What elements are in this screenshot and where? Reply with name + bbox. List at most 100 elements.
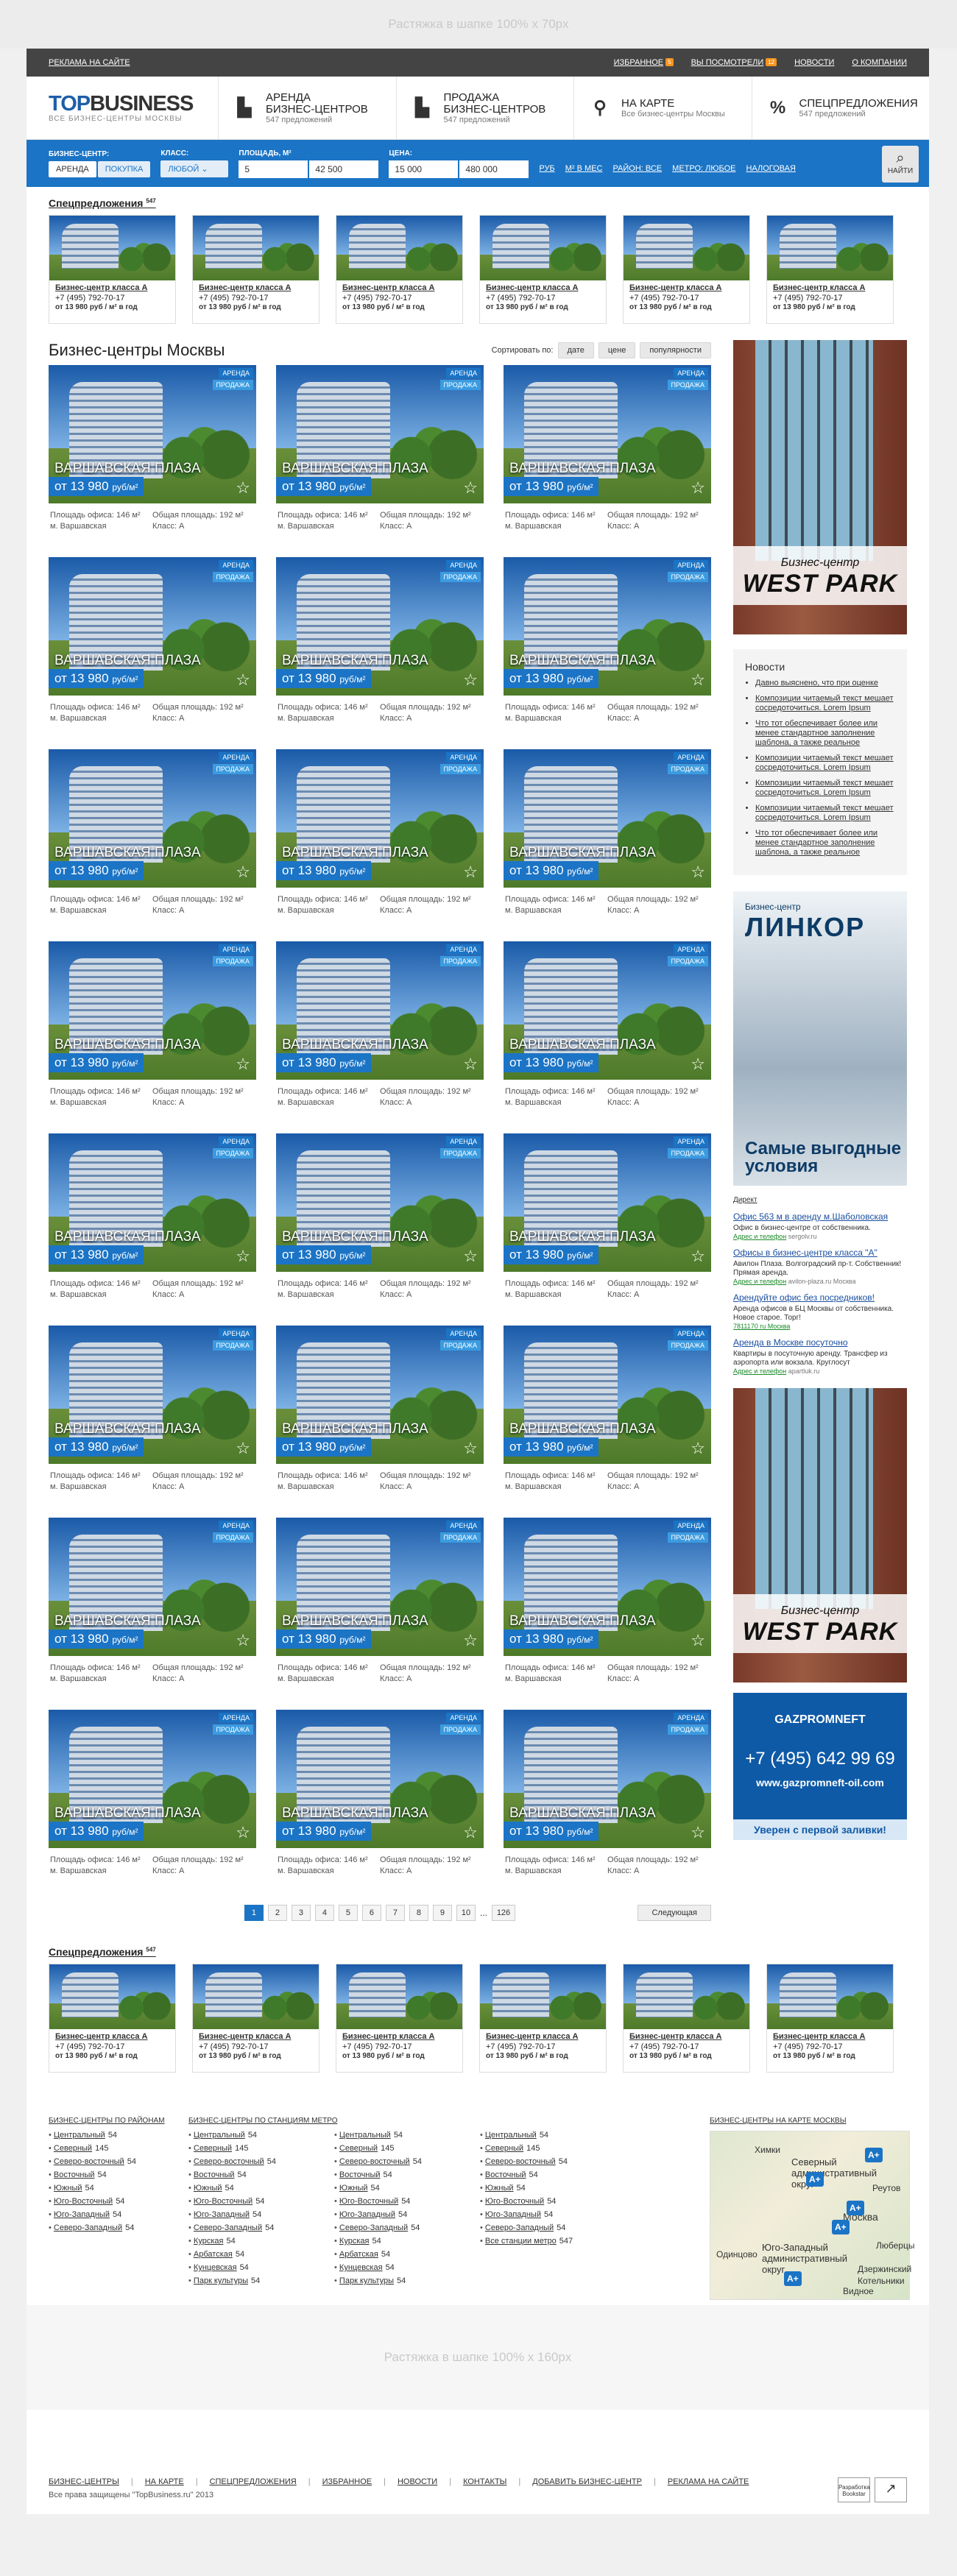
listing-name[interactable]: ВАРШАВСКАЯ ПЛАЗА <box>282 1229 428 1245</box>
metro-link[interactable]: Курская <box>194 2237 224 2246</box>
star-icon[interactable]: ☆ <box>463 670 478 690</box>
special-offer-name[interactable]: Бизнес-центр класса А <box>193 2029 319 2042</box>
star-icon[interactable]: ☆ <box>236 1823 250 1842</box>
direct-ad-address-link[interactable]: Адрес и телефон <box>733 1233 786 1240</box>
district-link[interactable]: Северный <box>54 2144 92 2153</box>
listing-photo[interactable]: АРЕНДА ПРОДАЖА ВАРШАВСКАЯ ПЛАЗА от 13 980 р… <box>49 941 256 1080</box>
footer-nav-link[interactable]: КОНТАКТЫ <box>463 2477 506 2486</box>
listing-card[interactable]: АРЕНДА ПРОДАЖА ВАРШАВСКАЯ ПЛАЗА от 13 980 р… <box>49 557 256 749</box>
star-icon[interactable]: ☆ <box>463 1247 478 1266</box>
news-item[interactable]: Композиции читаемый текст мешает сосредо… <box>755 754 895 773</box>
external-link-icon[interactable]: ↗ <box>875 2477 907 2502</box>
listing-card[interactable]: АРЕНДА ПРОДАЖА ВАРШАВСКАЯ ПЛАЗА от 13 980 р… <box>504 1710 711 1902</box>
listing-name[interactable]: ВАРШАВСКАЯ ПЛАЗА <box>54 1805 201 1822</box>
metro-link[interactable]: Юго-Западный <box>194 2210 250 2219</box>
special-offer-card[interactable]: Бизнес-центр класса А +7 (495) 792-70-17 о… <box>49 215 176 324</box>
metro-link[interactable]: Центральный <box>194 2131 245 2140</box>
listing-name[interactable]: ВАРШАВСКАЯ ПЛАЗА <box>54 1229 201 1245</box>
listing-card[interactable]: АРЕНДА ПРОДАЖА ВАРШАВСКАЯ ПЛАЗА от 13 980 р… <box>276 1710 484 1902</box>
star-icon[interactable]: ☆ <box>463 1631 478 1650</box>
listing-card[interactable]: АРЕНДА ПРОДАЖА ВАРШАВСКАЯ ПЛАЗА от 13 980 р… <box>276 1133 484 1326</box>
metro-link[interactable]: Восточный <box>339 2170 381 2179</box>
map-marker[interactable]: A+ <box>784 2271 802 2286</box>
listing-photo[interactable]: АРЕНДА ПРОДАЖА ВАРШАВСКАЯ ПЛАЗА от 13 980 р… <box>276 1518 484 1656</box>
special-offer-card[interactable]: Бизнес-центр класса А +7 (495) 792-70-17 о… <box>192 1964 319 2073</box>
direct-ad[interactable]: Офис 563 м в аренду м.Шаболовская Офис в … <box>733 1211 907 1240</box>
listing-name[interactable]: ВАРШАВСКАЯ ПЛАЗА <box>509 1229 656 1245</box>
star-icon[interactable]: ☆ <box>236 863 250 882</box>
special-offer-name[interactable]: Бизнес-центр класса А <box>49 2029 175 2042</box>
ad-gazpromneft[interactable]: GAZPROMNEFT +7 (495) 642 99 69 www.gazpr… <box>733 1693 907 1840</box>
star-icon[interactable]: ☆ <box>691 670 705 690</box>
listing-photo[interactable]: АРЕНДА ПРОДАЖА ВАРШАВСКАЯ ПЛАЗА от 13 980 р… <box>49 1326 256 1464</box>
header-nav-item[interactable]: ▙ ПРОДАЖА БИЗНЕС-ЦЕНТРОВ 547 предложений <box>395 77 574 139</box>
metro-link[interactable]: Юго-Западный <box>485 2210 541 2219</box>
metro-link[interactable]: Восточный <box>194 2170 235 2179</box>
metro-link[interactable]: Юго-Восточный <box>339 2197 398 2206</box>
ad-linkor[interactable]: Бизнес-центр ЛИНКОР Самые выгодные услови… <box>733 891 907 1186</box>
special-offer-card[interactable]: Бизнес-центр класса А +7 (495) 792-70-17 о… <box>479 1964 607 2073</box>
special-offer-card[interactable]: Бизнес-центр класса А +7 (495) 792-70-17 о… <box>479 215 607 324</box>
star-icon[interactable]: ☆ <box>236 1055 250 1074</box>
listing-name[interactable]: ВАРШАВСКАЯ ПЛАЗА <box>509 1613 656 1630</box>
listing-photo[interactable]: АРЕНДА ПРОДАЖА ВАРШАВСКАЯ ПЛАЗА от 13 980 р… <box>276 1710 484 1848</box>
listing-name[interactable]: ВАРШАВСКАЯ ПЛАЗА <box>282 1037 428 1053</box>
page-button[interactable]: 2 <box>267 1905 287 1921</box>
metro-link[interactable]: Южный <box>194 2184 222 2193</box>
district-link[interactable]: Юго-Восточный <box>54 2197 113 2206</box>
listing-card[interactable]: АРЕНДА ПРОДАЖА ВАРШАВСКАЯ ПЛАЗА от 13 980 р… <box>49 1518 256 1710</box>
listing-name[interactable]: ВАРШАВСКАЯ ПЛАЗА <box>54 653 201 669</box>
listing-photo[interactable]: АРЕНДА ПРОДАЖА ВАРШАВСКАЯ ПЛАЗА от 13 980 р… <box>504 1710 711 1848</box>
listing-photo[interactable]: АРЕНДА ПРОДАЖА ВАРШАВСКАЯ ПЛАЗА от 13 980 р… <box>504 557 711 696</box>
listing-name[interactable]: ВАРШАВСКАЯ ПЛАЗА <box>282 653 428 669</box>
listing-photo[interactable]: АРЕНДА ПРОДАЖА ВАРШАВСКАЯ ПЛАЗА от 13 980 р… <box>504 749 711 888</box>
metro-link[interactable]: Арбатская <box>194 2250 233 2259</box>
metro-link[interactable]: Кунцевская <box>194 2263 237 2272</box>
listing-card[interactable]: АРЕНДА ПРОДАЖА ВАРШАВСКАЯ ПЛАЗА от 13 980 р… <box>276 1326 484 1518</box>
currency-select[interactable]: руб <box>539 164 554 173</box>
unit-select[interactable]: м² в мес <box>565 164 603 173</box>
listing-card[interactable]: АРЕНДА ПРОДАЖА ВАРШАВСКАЯ ПЛАЗА от 13 980 р… <box>49 1710 256 1902</box>
star-icon[interactable]: ☆ <box>463 863 478 882</box>
special-offer-card[interactable]: Бизнес-центр класса А +7 (495) 792-70-17 о… <box>766 215 894 324</box>
listing-card[interactable]: АРЕНДА ПРОДАЖА ВАРШАВСКАЯ ПЛАЗА от 13 980 р… <box>276 365 484 557</box>
metro-link[interactable]: Юго-Восточный <box>485 2197 544 2206</box>
price-to-input[interactable] <box>459 160 529 178</box>
page-button[interactable]: 8 <box>409 1905 428 1921</box>
favorites-link[interactable]: ИЗБРАННОЕ <box>614 58 664 67</box>
star-icon[interactable]: ☆ <box>463 1823 478 1842</box>
direct-ad[interactable]: Офисы в бизнес-центре класса "А" Авилон П… <box>733 1248 907 1285</box>
special-offer-card[interactable]: Бизнес-центр класса А +7 (495) 792-70-17 о… <box>192 215 319 324</box>
listing-photo[interactable]: АРЕНДА ПРОДАЖА ВАРШАВСКАЯ ПЛАЗА от 13 980 р… <box>504 1133 711 1272</box>
listing-photo[interactable]: АРЕНДА ПРОДАЖА ВАРШАВСКАЯ ПЛАЗА от 13 980 р… <box>49 557 256 696</box>
special-offer-card[interactable]: Бизнес-центр класса А +7 (495) 792-70-17 о… <box>623 1964 750 2073</box>
map-marker[interactable]: A+ <box>865 2148 883 2162</box>
listing-card[interactable]: АРЕНДА ПРОДАЖА ВАРШАВСКАЯ ПЛАЗА от 13 980 р… <box>504 1133 711 1326</box>
special-offer-card[interactable]: Бизнес-центр класса А +7 (495) 792-70-17 о… <box>336 215 463 324</box>
district-link[interactable]: Северо-восточный <box>54 2157 124 2166</box>
metro-link[interactable]: Северный <box>339 2144 378 2153</box>
listing-photo[interactable]: АРЕНДА ПРОДАЖА ВАРШАВСКАЯ ПЛАЗА от 13 980 р… <box>504 941 711 1080</box>
listing-photo[interactable]: АРЕНДА ПРОДАЖА ВАРШАВСКАЯ ПЛАЗА от 13 980 р… <box>504 1326 711 1464</box>
page-button[interactable]: 9 <box>432 1905 452 1921</box>
listing-photo[interactable]: АРЕНДА ПРОДАЖА ВАРШАВСКАЯ ПЛАЗА от 13 980 р… <box>276 365 484 503</box>
page-button[interactable]: 1 <box>244 1905 264 1921</box>
listing-name[interactable]: ВАРШАВСКАЯ ПЛАЗА <box>54 1421 201 1437</box>
metro-link[interactable]: Северо-восточный <box>485 2157 556 2166</box>
metro-link[interactable]: Курская <box>339 2237 370 2246</box>
direct-ad[interactable]: Арендуйте офис без посредников! Аренда оф… <box>733 1292 907 1330</box>
news-item[interactable]: Композиции читаемый текст мешает сосредо… <box>755 779 895 798</box>
metro-link[interactable]: Южный <box>485 2184 514 2193</box>
listing-name[interactable]: ВАРШАВСКАЯ ПЛАЗА <box>54 1037 201 1053</box>
direct-ad-address-link[interactable]: Адрес и телефон <box>733 1278 786 1285</box>
listing-photo[interactable]: АРЕНДА ПРОДАЖА ВАРШАВСКАЯ ПЛАЗА от 13 980 р… <box>49 1710 256 1848</box>
special-offers-bottom-title[interactable]: Спецпредложения <box>49 1946 143 1958</box>
metro-link[interactable]: Восточный <box>485 2170 526 2179</box>
metro-link[interactable]: Северо-восточный <box>194 2157 264 2166</box>
listing-name[interactable]: ВАРШАВСКАЯ ПЛАЗА <box>54 1613 201 1630</box>
district-link[interactable]: Восточный <box>54 2170 95 2179</box>
district-link[interactable]: Северо-Западный <box>54 2223 122 2232</box>
moscow-map[interactable]: Северный административный округ Москва Ю… <box>710 2131 914 2300</box>
listing-card[interactable]: АРЕНДА ПРОДАЖА ВАРШАВСКАЯ ПЛАЗА от 13 980 р… <box>276 749 484 941</box>
metro-link[interactable]: Центральный <box>485 2131 537 2140</box>
